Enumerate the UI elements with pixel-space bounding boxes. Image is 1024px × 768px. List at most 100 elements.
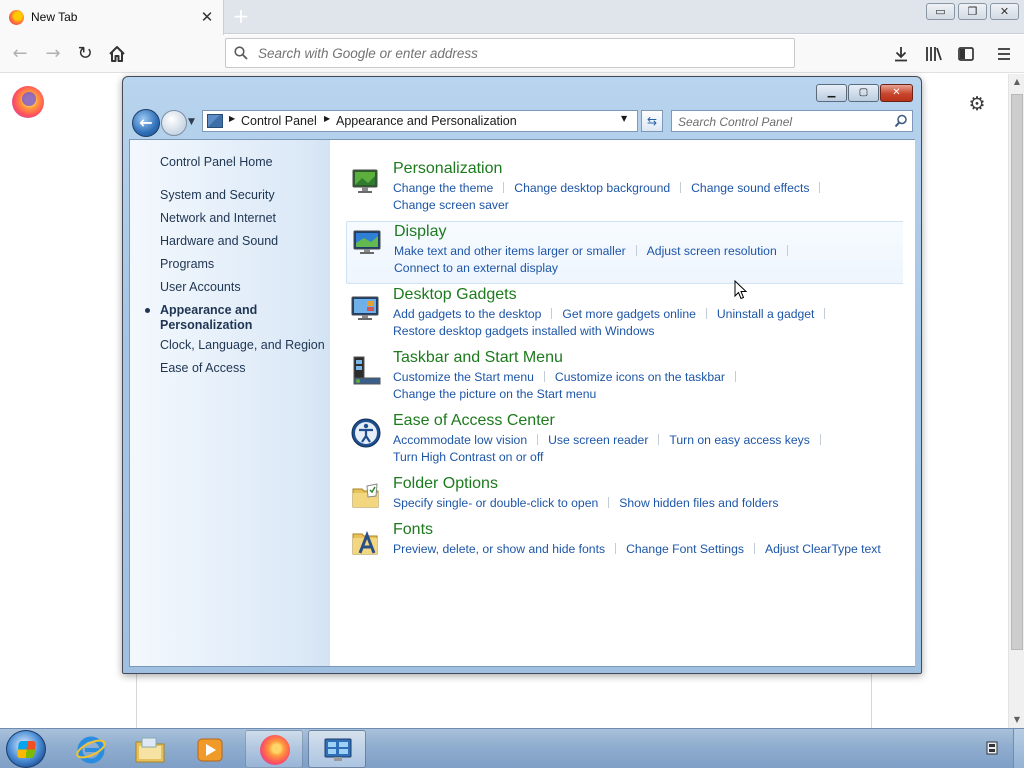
back-button[interactable]: ← (7, 42, 33, 66)
link-sound-effects[interactable]: Change sound effects (691, 181, 809, 195)
link-customize-start[interactable]: Customize the Start menu (393, 370, 534, 384)
taskbar-item-media-player[interactable] (181, 730, 239, 768)
category-title[interactable]: Taskbar and Start Menu (393, 349, 563, 367)
menu-button[interactable] (991, 42, 1017, 66)
breadcrumb-control-panel[interactable]: Control Panel (241, 114, 317, 128)
fonts-icon[interactable] (350, 526, 382, 558)
reload-button[interactable]: ↻ (72, 42, 98, 66)
scrollbar-thumb[interactable] (1011, 94, 1023, 650)
taskbar-item-control-panel[interactable] (308, 730, 366, 768)
show-desktop-button[interactable] (1013, 729, 1024, 768)
search-icon[interactable] (894, 114, 908, 128)
link-low-vision[interactable]: Accommodate low vision (393, 433, 527, 447)
scroll-up-icon[interactable]: ▲ (1009, 74, 1024, 90)
link-text-size[interactable]: Make text and other items larger or smal… (394, 244, 626, 258)
start-button[interactable] (6, 730, 46, 768)
breadcrumb-separator-icon[interactable]: ▶ (324, 114, 330, 123)
category-desktop-gadgets: Desktop Gadgets Add gadgets to the deskt… (346, 286, 905, 341)
link-font-settings[interactable]: Change Font Settings (626, 542, 744, 556)
folder-options-icon[interactable] (350, 480, 382, 512)
link-click-to-open[interactable]: Specify single- or double-click to open (393, 496, 598, 510)
home-icon (109, 46, 125, 62)
link-cleartype[interactable]: Adjust ClearType text (765, 542, 881, 556)
scroll-down-icon[interactable]: ▼ (1009, 712, 1024, 728)
library-button[interactable] (921, 42, 947, 66)
media-player-icon (197, 738, 223, 762)
mouse-cursor-icon (734, 280, 748, 300)
category-title[interactable]: Folder Options (393, 475, 498, 493)
link-divider (753, 543, 755, 554)
link-preview-fonts[interactable]: Preview, delete, or show and hide fonts (393, 542, 605, 556)
sidebar-item-hardware-sound[interactable]: Hardware and Sound (160, 234, 278, 249)
link-divider (615, 543, 617, 554)
personalization-icon[interactable] (350, 165, 382, 197)
browser-minimize-button[interactable]: ▭ (926, 3, 955, 20)
cp-close-button[interactable]: ✕ (880, 84, 913, 102)
link-screen-reader[interactable]: Use screen reader (548, 433, 648, 447)
cp-refresh-button[interactable]: ⇆ (641, 110, 663, 132)
link-screen-resolution[interactable]: Adjust screen resolution (647, 244, 777, 258)
link-change-theme[interactable]: Change the theme (393, 181, 493, 195)
maximize-icon: ▢ (858, 87, 869, 98)
link-external-display[interactable]: Connect to an external display (394, 261, 558, 275)
link-add-gadgets[interactable]: Add gadgets to the desktop (393, 307, 541, 321)
cp-forward-button[interactable] (161, 110, 187, 136)
link-screen-saver[interactable]: Change screen saver (393, 198, 509, 212)
url-input[interactable] (258, 43, 778, 63)
downloads-button[interactable] (888, 42, 914, 66)
cp-search-box[interactable] (671, 110, 913, 132)
sidebar-item-control-panel-home[interactable]: Control Panel Home (160, 155, 273, 170)
link-hidden-files[interactable]: Show hidden files and folders (619, 496, 778, 510)
breadcrumb-appearance[interactable]: Appearance and Personalization (336, 114, 517, 128)
cp-address-bar[interactable]: ▶ Control Panel ▶ Appearance and Persona… (202, 110, 638, 132)
sidebar-item-ease-of-access[interactable]: Ease of Access (160, 361, 245, 376)
taskbar-item-file-explorer[interactable] (121, 730, 179, 768)
sidebar-button[interactable] (953, 42, 979, 66)
cp-back-button[interactable]: ← (132, 109, 160, 137)
category-title[interactable]: Desktop Gadgets (393, 286, 517, 304)
taskbar-icon[interactable] (350, 354, 382, 386)
link-more-gadgets[interactable]: Get more gadgets online (562, 307, 695, 321)
recent-pages-dropdown-icon[interactable]: ▼ (188, 115, 200, 129)
link-uninstall-gadget[interactable]: Uninstall a gadget (717, 307, 815, 321)
category-title[interactable]: Personalization (393, 160, 502, 178)
forward-button[interactable]: → (40, 42, 66, 66)
category-title[interactable]: Fonts (393, 521, 433, 539)
cp-search-input[interactable] (678, 113, 888, 130)
link-desktop-background[interactable]: Change desktop background (514, 181, 670, 195)
cp-maximize-button[interactable]: ▢ (848, 84, 879, 102)
tab-new-tab[interactable]: New Tab ✕ (0, 0, 224, 35)
url-bar[interactable] (225, 38, 795, 68)
minimize-icon: ▁ (827, 87, 836, 98)
sidebar-item-programs[interactable]: Programs (160, 257, 214, 272)
category-title[interactable]: Ease of Access Center (393, 412, 555, 430)
link-access-keys[interactable]: Turn on easy access keys (669, 433, 809, 447)
address-dropdown-icon[interactable]: ▼ (621, 114, 627, 123)
taskbar-item-internet-explorer[interactable] (62, 730, 120, 768)
sidebar-item-clock-language[interactable]: Clock, Language, and Region (160, 338, 325, 353)
new-tab-button[interactable]: + (231, 6, 251, 26)
breadcrumb-separator-icon[interactable]: ▶ (229, 114, 235, 123)
page-scrollbar[interactable]: ▲ ▼ (1008, 74, 1024, 728)
tab-close-icon[interactable]: ✕ (199, 8, 215, 26)
home-button[interactable] (104, 42, 130, 66)
browser-close-button[interactable]: ✕ (990, 3, 1019, 20)
link-high-contrast[interactable]: Turn High Contrast on or off (393, 450, 543, 464)
settings-gear-icon[interactable]: ⚙ (965, 92, 989, 116)
ease-of-access-icon[interactable] (350, 417, 382, 449)
category-title[interactable]: Display (394, 223, 446, 241)
link-start-picture[interactable]: Change the picture on the Start menu (393, 387, 596, 401)
sidebar-item-user-accounts[interactable]: User Accounts (160, 280, 241, 295)
link-taskbar-icons[interactable]: Customize icons on the taskbar (555, 370, 725, 384)
cp-minimize-button[interactable]: ▁ (816, 84, 847, 102)
link-restore-gadgets[interactable]: Restore desktop gadgets installed with W… (393, 324, 655, 338)
action-center-flag-icon[interactable] (985, 740, 1001, 756)
taskbar-item-firefox[interactable] (245, 730, 303, 768)
desktop-gadgets-icon[interactable] (350, 291, 382, 323)
minimize-icon: ▭ (935, 5, 946, 18)
library-icon (926, 47, 942, 61)
sidebar-item-network-internet[interactable]: Network and Internet (160, 211, 276, 226)
sidebar-item-system-security[interactable]: System and Security (160, 188, 275, 203)
display-icon[interactable] (351, 226, 383, 258)
browser-restore-button[interactable]: ❐ (958, 3, 987, 20)
